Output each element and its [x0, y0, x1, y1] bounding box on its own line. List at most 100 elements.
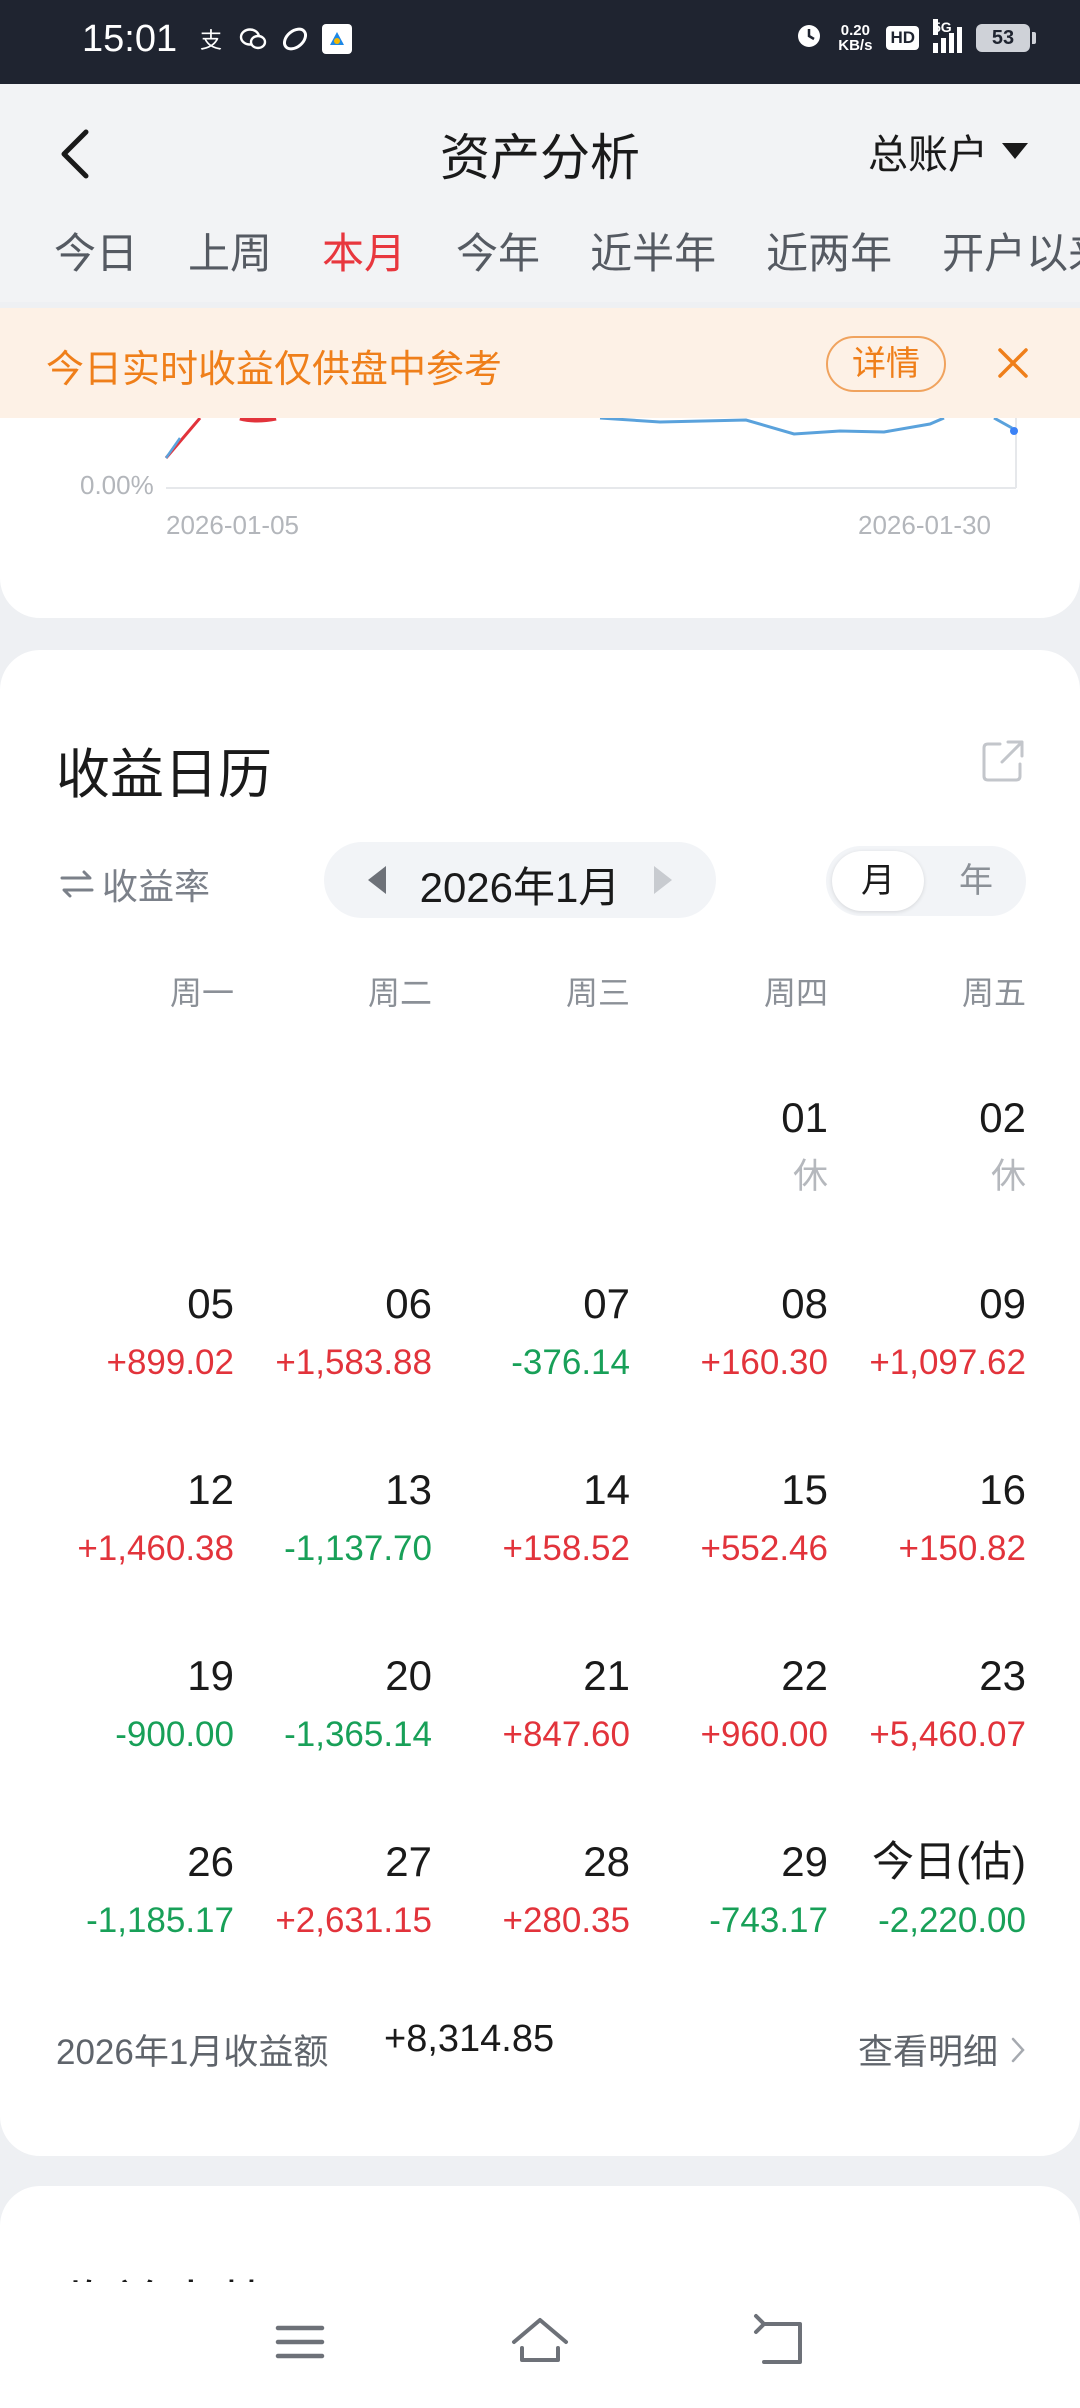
calendar-week-row: 05 +899.02 06 +1,583.88 07 -376.14 08 +160.30 09…	[36, 1276, 1027, 1462]
tab-last-week[interactable]: 上周	[188, 220, 272, 281]
chart-y-label: 0.00%	[80, 470, 154, 500]
calendar-week-row: 01 休 02 休	[36, 1090, 1026, 1276]
notification-icons: 支	[196, 24, 352, 54]
calendar-day-number: 16	[979, 1466, 1026, 1513]
weekday-header: 周一 周二 周三 周四 周五	[36, 968, 1026, 1014]
calendar-day-cell[interactable]: 16 +150.82	[828, 1462, 1027, 1648]
notice-detail-button[interactable]: 详情	[826, 336, 946, 392]
calendar-day-cell[interactable]: 19 -900.00	[36, 1648, 234, 1834]
calendar-day-number: 28	[583, 1838, 630, 1885]
month-summary-label: 2026年1月收益额	[56, 2033, 329, 2072]
tab-this-month[interactable]: 本月	[322, 220, 406, 281]
calendar-day-cell[interactable]: 21 +847.60	[432, 1648, 631, 1834]
chart-line-blue-left	[164, 437, 182, 459]
calendar-day-cell[interactable]: 05 +899.02	[36, 1276, 235, 1462]
calendar-week-row: 12 +1,460.38 13 -1,137.70 14 +158.52 15 +552.46…	[36, 1462, 1026, 1648]
calendar-day-number: 12	[187, 1466, 234, 1513]
status-indicators: 0.20 KB/s HD 5G 53	[794, 18, 1036, 55]
home-icon[interactable]	[510, 2312, 570, 2372]
calendar-day-profit: +158.52	[502, 1529, 631, 1568]
calendar-day-number: 05	[187, 1280, 234, 1327]
notice-banner: 今日实时收益仅供盘中参考 详情	[0, 308, 1080, 418]
chart-x-start: 2026-01-05	[166, 510, 299, 540]
segment-month[interactable]: 月	[832, 851, 924, 911]
calendar-day-profit: +847.60	[502, 1715, 631, 1754]
chart-line-red-top	[239, 418, 277, 423]
calendar-day-profit: -900.00	[115, 1715, 234, 1754]
view-details-label: 查看明细	[857, 2033, 998, 2072]
calendar-week-row: 26 -1,185.17 27 +2,631.15 28 +280.35 29 -743.17…	[36, 1834, 1026, 2020]
calendar-day-cell[interactable]: 23 +5,460.07	[828, 1648, 1026, 1834]
tab-today[interactable]: 今日	[54, 220, 138, 281]
profit-calendar-card: 收益日历 收益率 2026年1月 月 年 周一 周二 周三 周四 周五 01 休 0…	[0, 650, 1080, 2156]
calendar-day-number: 08	[781, 1280, 828, 1327]
chart-line-blue	[599, 418, 945, 436]
calendar-day-cell[interactable]: 20 -1,365.14	[234, 1648, 432, 1834]
app-swirl-icon	[280, 24, 310, 54]
calendar-day-cell[interactable]: 22 +960.00	[630, 1648, 829, 1834]
calendar-day-cell[interactable]: 13 -1,137.70	[234, 1462, 432, 1648]
calendar-day-cell[interactable]: 29 -743.17	[630, 1834, 828, 2020]
account-selector[interactable]: 总账户	[868, 122, 1028, 180]
close-icon[interactable]	[996, 346, 1030, 380]
dropdown-caret-icon	[1002, 143, 1028, 159]
calendar-day-number: 07	[583, 1280, 630, 1327]
toggle-rate-button[interactable]: 收益率	[60, 858, 210, 910]
tab-two-years[interactable]: 近两年	[766, 220, 892, 281]
calendar-day-number: 26	[187, 1838, 234, 1885]
view-details-link[interactable]: 查看明细	[858, 2024, 1026, 2075]
calendar-day-cell[interactable]: 08 +160.30	[630, 1276, 829, 1462]
calendar-day-number	[432, 1090, 630, 1146]
calendar-day-number: 09	[979, 1280, 1026, 1327]
calendar-day-profit: -1,185.17	[86, 1901, 234, 1940]
calendar-day-profit: +2,631.15	[275, 1901, 432, 1940]
calendar-day-profit: -1,137.70	[284, 1529, 432, 1568]
chat-icon	[238, 24, 268, 54]
calendar-day-cell[interactable]: 07 -376.14	[432, 1276, 630, 1462]
tab-since-open[interactable]: 开户以来	[942, 220, 1080, 281]
back-icon[interactable]	[750, 2312, 810, 2372]
calendar-day-profit	[36, 1152, 234, 1202]
calendar-day-profit: +1,583.88	[275, 1343, 432, 1382]
calendar-day-cell[interactable]: 09 +1,097.62	[828, 1276, 1026, 1462]
calendar-day-cell[interactable]: 06 +1,583.88	[234, 1276, 432, 1462]
calendar-day-profit: -376.14	[511, 1343, 630, 1382]
calendar-day-number: 21	[583, 1652, 630, 1699]
calendar-day-number: 14	[583, 1466, 630, 1513]
calendar-day-number: 20	[385, 1652, 432, 1699]
calendar-day-profit: 休	[990, 1157, 1026, 1196]
calendar-day-cell[interactable]: 14 +158.52	[432, 1462, 631, 1648]
toggle-rate-label: 收益率	[102, 866, 211, 907]
calendar-day-cell[interactable]: 27 +2,631.15	[234, 1834, 432, 2020]
calendar-day-number: 15	[781, 1466, 828, 1513]
calendar-day-cell[interactable]: 12 +1,460.38	[36, 1462, 234, 1648]
tab-half-year[interactable]: 近半年	[590, 220, 716, 281]
calendar-week-row: 19 -900.00 20 -1,365.14 21 +847.60 22 +960.00 23…	[36, 1648, 1026, 1834]
share-icon[interactable]	[980, 738, 1026, 784]
alipay-icon: 支	[199, 28, 222, 53]
battery-icon: 53	[976, 23, 1036, 52]
calendar-day-number: 29	[781, 1838, 828, 1885]
month-navigator: 2026年1月	[324, 842, 716, 918]
calendar-day-cell[interactable]: 28 +280.35	[432, 1834, 631, 2020]
calendar-day-profit: -1,365.14	[284, 1715, 432, 1754]
calendar-day-profit: +150.82	[898, 1529, 1027, 1568]
calendar-day-cell[interactable]: 15 +552.46	[630, 1462, 829, 1648]
calendar-day-number: 13	[385, 1466, 432, 1513]
calendar-day-cell[interactable]: 26 -1,185.17	[36, 1834, 234, 2020]
next-month-icon[interactable]	[654, 866, 672, 894]
calendar-day-cell[interactable]: 02 休	[828, 1090, 1026, 1276]
calendar-day-profit: +1,097.62	[869, 1343, 1026, 1382]
segment-year[interactable]: 年	[930, 851, 1022, 911]
period-tabs: 今日 上周 本月 今年 近半年 近两年 开户以来	[54, 220, 1080, 281]
calendar-day-profit: +1,460.38	[77, 1529, 234, 1568]
calendar-day-profit: -2,220.00	[878, 1901, 1026, 1940]
month-summary-value: +8,314.85	[384, 2018, 555, 2060]
calendar-day-cell[interactable]: 今日(估) -2,220.00	[828, 1834, 1026, 2020]
menu-icon[interactable]	[270, 2312, 330, 2372]
tab-this-year[interactable]: 今年	[456, 220, 540, 281]
calendar-empty-cell	[234, 1090, 432, 1276]
calendar-day-cell[interactable]: 01 休	[630, 1090, 828, 1276]
net-speed: 0.20 KB/s	[838, 21, 873, 54]
status-time: 15:01	[82, 18, 178, 60]
